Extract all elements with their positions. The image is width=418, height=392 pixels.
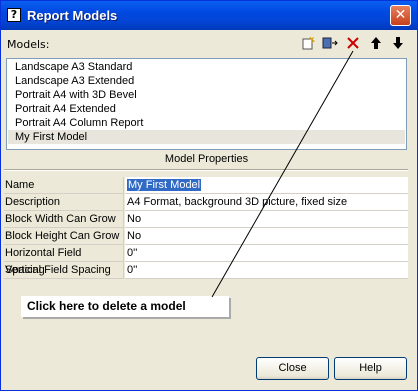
close-button[interactable]: Close [256,357,329,380]
callout-arrow [211,50,354,298]
report-models-dialog: ? Report Models ✕ Models: Landscape A3 S… [0,0,418,391]
help-button[interactable]: Help [334,357,407,380]
